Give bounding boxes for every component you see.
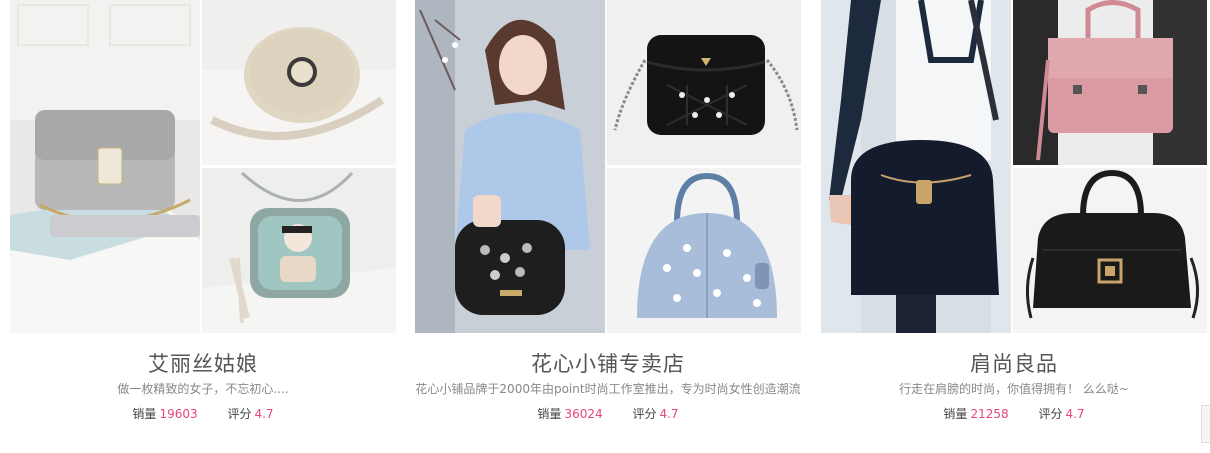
rating-label: 评分 (1038, 407, 1063, 421)
model-with-navy-bucket-bag-photo[interactable] (821, 0, 1011, 333)
shop-card[interactable]: 艾丽丝姑娘 做一枚精致的女子，不忘初心.... 销量 19603 评分 4.7 (10, 0, 396, 453)
rating-label: 评分 (632, 407, 657, 421)
shop-name[interactable]: 艾丽丝姑娘 (10, 348, 396, 378)
side-scroll-tab[interactable] (1201, 405, 1210, 443)
shop-image-group[interactable] (10, 0, 396, 333)
shop-description: 花心小铺品牌于2000年由point时尚工作室推出，专为时尚女性创造潮流 (415, 382, 801, 396)
shop-card[interactable]: 肩尚良品 行走在肩膀的时尚，你值得拥有！ 么么哒~ 销量 21258 评分 4.7 (821, 0, 1207, 453)
shop-stats: 销量 36024 评分 4.7 (415, 405, 801, 422)
rating-value: 4.7 (254, 407, 274, 421)
shop-description: 做一枚精致的女子，不忘初心.... (117, 382, 289, 396)
rating-stat: 评分 4.7 (632, 405, 678, 422)
sales-label: 销量 (132, 407, 157, 421)
shop-card[interactable]: 花心小铺专卖店 花心小铺品牌于2000年由point时尚工作室推出，专为时尚女性… (415, 0, 801, 453)
black-top-handle-bag-photo[interactable] (1013, 168, 1207, 333)
shop-stats: 销量 19603 评分 4.7 (10, 405, 396, 422)
black-quilted-chain-bag-photo[interactable] (607, 0, 801, 165)
sales-value: 36024 (564, 407, 603, 421)
blue-floral-dome-bag-photo[interactable] (607, 168, 801, 333)
rating-value: 4.7 (1065, 407, 1085, 421)
shop-image-group[interactable] (821, 0, 1207, 333)
shop-image-group[interactable] (415, 0, 801, 333)
sales-label: 销量 (537, 407, 562, 421)
cartoon-print-bag-photo[interactable] (202, 168, 396, 333)
shop-stats: 销量 21258 评分 4.7 (821, 405, 1207, 422)
shop-list: 艾丽丝姑娘 做一枚精致的女子，不忘初心.... 销量19603 评分4.7 (10, 0, 1207, 453)
rating-stat: 评分 4.7 (227, 405, 273, 422)
sales-stat: 销量 21258 (943, 405, 1008, 422)
pink-satchel-bag-photo[interactable] (1013, 0, 1207, 165)
shop-description: 行走在肩膀的时尚，你值得拥有！ 么么哒~ (899, 382, 1129, 396)
gray-handbag-photo[interactable] (10, 0, 200, 333)
sales-label: 销量 (943, 407, 968, 421)
shop-name[interactable]: 肩尚良品 (821, 348, 1207, 378)
model-holding-studded-bag-photo[interactable] (415, 0, 605, 333)
sales-stat: 销量 19603 (132, 405, 197, 422)
rating-label: 评分 (227, 407, 252, 421)
sales-stat: 销量 36024 (537, 405, 602, 422)
rating-stat: 评分 4.7 (1038, 405, 1084, 422)
sales-value: 21258 (970, 407, 1009, 421)
shop-name[interactable]: 花心小铺专卖店 (415, 348, 801, 378)
beige-crossbody-bag-photo[interactable] (202, 0, 396, 165)
sales-value: 19603 (159, 407, 198, 421)
rating-value: 4.7 (659, 407, 679, 421)
